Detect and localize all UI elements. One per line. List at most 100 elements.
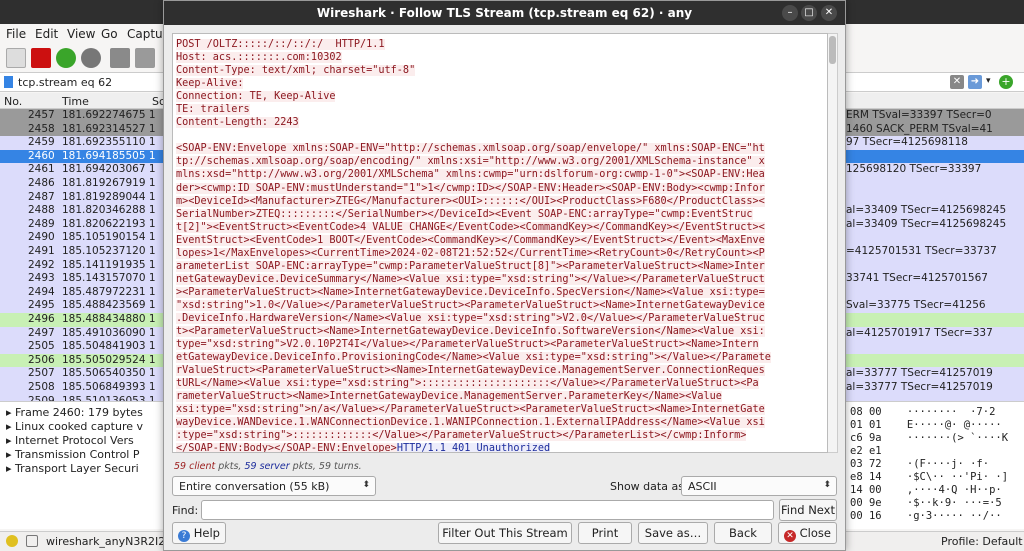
packet-info: 33741 TSecr=4125701567	[846, 272, 988, 285]
stream-summary: 59 client pkts, 59 server pkts, 59 turns…	[174, 461, 362, 472]
find-label: Find:	[172, 504, 199, 517]
packet-time: 181.692314527 1	[62, 122, 156, 135]
packet-time: 185.105237120 1	[62, 245, 156, 257]
chevron-updown-icon: ⬍	[823, 480, 831, 490]
packet-time: 185.504841903 1	[62, 340, 156, 353]
detail-row[interactable]: ▸ Frame 2460: 179 bytes	[6, 406, 143, 419]
dialog-titlebar: Wireshark · Follow TLS Stream (tcp.strea…	[164, 1, 845, 25]
packet-time: 181.820622193 1	[62, 217, 156, 230]
packet-number: 2490	[28, 231, 55, 244]
menu-edit[interactable]: Edit	[35, 27, 58, 41]
packet-info: ERM TSval=33397 TSecr=0	[846, 109, 992, 121]
bytes-row: 14 00 ,····4·Q ·H··p·	[850, 484, 1002, 496]
packet-number: 2461	[28, 163, 55, 176]
conversation-value: Entire conversation (55 kB)	[179, 480, 330, 493]
folder-icon[interactable]	[110, 48, 130, 68]
close-label: Close	[799, 526, 831, 540]
packet-number: 2505	[28, 340, 55, 353]
stream-scrollbar[interactable]	[828, 33, 838, 453]
stream-content[interactable]: POST /OLTZ:::::/::/::/:/ HTTP/1.1 Host: …	[172, 33, 828, 453]
bookmark-icon[interactable]	[4, 76, 13, 88]
close-window-icon[interactable]: ✕	[821, 5, 837, 21]
show-data-as-label: Show data as	[610, 480, 684, 493]
maximize-icon[interactable]: □	[801, 5, 817, 21]
bytes-row: e2 e1	[850, 445, 882, 457]
clear-filter-icon[interactable]: ✕	[950, 75, 964, 89]
main-toolbar	[0, 44, 165, 72]
packet-info: al=33777 TSecr=41257019	[846, 381, 993, 393]
menu-view[interactable]: View	[67, 27, 95, 41]
packet-number: 2457	[28, 109, 55, 121]
packet-bytes: 08 00 ········ ·7·2 01 01 E·····@· @····…	[846, 401, 1024, 529]
chevron-down-icon[interactable]: ▾	[986, 76, 991, 86]
packet-time: 185.488434880 1	[62, 313, 156, 325]
packet-info: =4125701531 TSecr=33737	[846, 245, 997, 257]
apply-filter-icon[interactable]: ➜	[968, 75, 982, 89]
find-next-button[interactable]: Find Next	[779, 499, 837, 521]
detail-row[interactable]: ▸ Transport Layer Securi	[6, 462, 139, 475]
print-button[interactable]: Print	[578, 522, 632, 544]
packet-number: 2506	[28, 353, 55, 366]
packet-time: 181.819289044 1	[62, 190, 156, 203]
scrollbar-thumb[interactable]	[829, 36, 836, 64]
menu-file[interactable]: File	[6, 27, 26, 41]
display-filter-input[interactable]: tcp.stream eq 62	[18, 76, 112, 89]
save-file-icon[interactable]	[135, 48, 155, 68]
packet-number: 2495	[28, 299, 55, 312]
show-data-as-value: ASCII	[688, 480, 717, 493]
add-filter-icon[interactable]: +	[999, 75, 1013, 89]
packet-time: 185.491036090 1	[62, 326, 156, 339]
save-as-button[interactable]: Save as…	[638, 522, 708, 544]
packet-number: 2488	[28, 204, 55, 217]
back-button[interactable]: Back	[714, 522, 772, 544]
bytes-row: 01 01 E·····@· @·····	[850, 419, 1002, 431]
status-indicator-icon[interactable]	[6, 535, 18, 547]
packet-number: 2508	[28, 381, 55, 393]
bytes-row: 00 16 ·g·3····· ··/··	[850, 510, 1002, 522]
detail-row[interactable]: ▸ Linux cooked capture v	[6, 420, 143, 433]
detail-row[interactable]: ▸ Internet Protocol Vers	[6, 434, 134, 447]
show-data-as-select[interactable]: ASCII ⬍	[681, 476, 837, 496]
capture-file-icon[interactable]	[26, 535, 38, 547]
packet-info: al=33777 TSecr=41257019	[846, 367, 993, 380]
find-input[interactable]	[201, 500, 774, 520]
bytes-row: 00 9e ·$··k·9· ···=·5	[850, 497, 1002, 509]
profile-label[interactable]: Profile: Default	[941, 535, 1023, 548]
packet-number: 2458	[28, 122, 55, 135]
packet-time: 185.105190154 1	[62, 231, 156, 244]
packet-info: 1460 SACK_PERM TSval=41	[846, 122, 993, 135]
packet-info: 97 TSecr=4125698118	[846, 136, 968, 149]
packet-number: 2460	[28, 149, 55, 162]
bytes-row: 03 72 ·(F····j· ·f·	[850, 458, 990, 470]
packet-number: 2492	[28, 258, 55, 271]
packet-time: 181.692355110 1	[62, 136, 156, 149]
packet-details: ▸ Frame 2460: 179 bytes ▸ Linux cooked c…	[0, 401, 165, 529]
packet-number: 2486	[28, 177, 55, 189]
column-time[interactable]: Time	[62, 95, 89, 108]
bytes-row: e8 14 ·$C\·· ··'Pi· ·]	[850, 471, 1009, 483]
packet-number: 2489	[28, 217, 55, 230]
restart-capture-icon[interactable]	[56, 48, 76, 68]
close-button[interactable]: ✕ Close	[778, 522, 837, 544]
conversation-select[interactable]: Entire conversation (55 kB) ⬍	[172, 476, 376, 496]
help-icon: ?	[178, 530, 191, 542]
gear-icon[interactable]	[81, 48, 101, 68]
stop-capture-icon[interactable]	[31, 48, 51, 68]
packet-time: 185.487972231 1	[62, 285, 156, 298]
menu-go[interactable]: Go	[101, 27, 118, 41]
packet-time: 185.143157070 1	[62, 272, 156, 285]
dialog-title: Wireshark · Follow TLS Stream (tcp.strea…	[316, 6, 693, 20]
packet-number: 2487	[28, 190, 55, 203]
help-button[interactable]: ? Help	[172, 522, 226, 544]
filter-out-stream-button[interactable]: Filter Out This Stream	[438, 522, 572, 544]
packet-time: 185.505029524 1	[62, 353, 156, 366]
shark-fin-icon[interactable]	[6, 48, 26, 68]
bytes-row: 08 00 ········ ·7·2	[850, 406, 996, 418]
bytes-row: c6 9a ·······(> `····K	[850, 432, 1009, 444]
menu-capture[interactable]: Captur	[127, 27, 168, 41]
packet-number: 2493	[28, 272, 55, 285]
follow-stream-dialog: Wireshark · Follow TLS Stream (tcp.strea…	[163, 0, 846, 551]
detail-row[interactable]: ▸ Transmission Control P	[6, 448, 139, 461]
column-no[interactable]: No.	[4, 95, 22, 108]
minimize-icon[interactable]: –	[782, 5, 798, 21]
